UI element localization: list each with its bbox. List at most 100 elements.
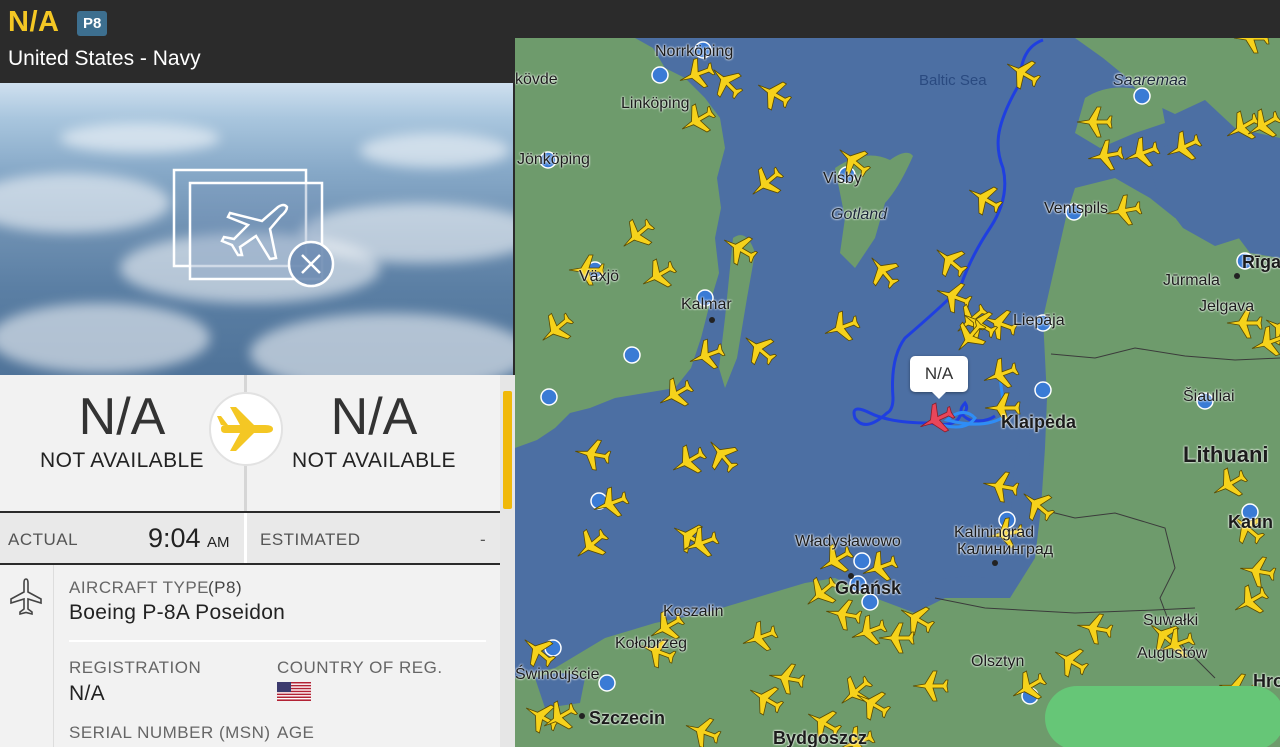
aircraft-icon[interactable] [666,440,711,483]
label-jurmala: Jūrmala [1163,272,1220,289]
label-bydgoszcz: Bydgoszcz [773,728,868,747]
label-augustow: Augustów [1137,645,1208,662]
label-riga: Rīga [1242,252,1280,272]
label-kaliningrad: Kaliningrad [954,524,1035,541]
operator-name[interactable]: United States - Navy [8,47,201,71]
aircraft-icon[interactable] [1161,126,1205,168]
origin-code: N/A [78,388,166,446]
aircraft-icon[interactable] [1086,138,1126,174]
aircraft-icon[interactable] [653,373,698,416]
aircraft-icon[interactable] [685,335,728,375]
aircraft-photo-placeholder [0,83,513,375]
label-gotland: Gotland [831,206,888,223]
aircraft-icon[interactable] [1104,193,1144,229]
aircraft-icon[interactable] [589,483,632,523]
aircraft-icon[interactable] [1228,580,1273,623]
origin-name: NOT AVAILABLE [40,449,204,472]
aircraft-type-code: (P8) [208,578,243,597]
label-kaunas: Kaun [1228,512,1273,532]
aircraft-icon[interactable] [981,468,1021,504]
label-swinoujscie: Świnoujście [515,666,600,683]
aircraft-icon[interactable] [743,160,789,205]
aircraft-icon[interactable] [820,307,863,347]
aircraft-icon[interactable] [717,227,762,270]
us-flag-icon [277,682,311,701]
label-gdansk: Gdańsk [835,578,902,598]
label-suwalki: Suwałki [1143,612,1199,629]
registration-label: REGISTRATION [69,658,202,677]
aircraft-icon[interactable] [1120,133,1163,173]
aircraft-icon[interactable] [636,254,681,297]
origin-airport[interactable]: N/A NOT AVAILABLE [0,375,244,511]
aircraft-details: AIRCRAFT TYPE (P8) Boeing P-8A Poseidon … [0,565,500,747]
aircraft-icon[interactable] [860,248,905,294]
map-action-button[interactable] [1045,686,1280,747]
flight-map[interactable]: Baltic Sea Saaremaa Gotland Visby Norrkö… [515,38,1280,747]
aircraft-icon[interactable] [1238,553,1278,589]
aircraft-icon[interactable] [699,432,744,478]
label-ventspils: Ventspils [1044,200,1109,217]
flight-info-panel: N/A P8 United States - Navy N/A NOT AVAI… [0,0,515,747]
selected-aircraft-callout[interactable]: N/A [910,356,968,399]
aircraft-icon[interactable] [738,617,781,657]
actual-label: ACTUAL [8,530,79,549]
actual-ampm: AM [207,534,230,551]
aircraft-icon[interactable] [1014,482,1060,527]
aircraft-icon[interactable] [568,522,614,567]
aircraft-icon[interactable] [1000,51,1045,94]
aircraft-icon[interactable] [1048,639,1093,682]
label-siauliai: Šiauliai [1183,388,1235,405]
aircraft-icon[interactable] [1075,610,1115,646]
panel-scrollbar-thumb[interactable] [503,391,512,509]
aircraft-icon[interactable] [573,436,613,472]
label-szczecin: Szczecin [589,708,666,728]
aircraft-icon[interactable] [894,597,939,640]
route-plane-icon [209,392,283,466]
aircraft-type-label: AIRCRAFT TYPE [69,578,210,597]
label-norrkoping: Norrköping [655,43,734,60]
aircraft-icon[interactable] [1247,322,1280,362]
aircraft-icon[interactable] [1006,666,1051,709]
destination-name: NOT AVAILABLE [292,449,456,472]
aircraft-type-value[interactable]: Boeing P-8A Poseidon [69,601,285,625]
aircraft-icon[interactable] [912,670,949,702]
aircraft-icon[interactable] [736,326,782,371]
label-kaliningrad-cyrillic: Калининград [957,541,1054,558]
route-section: N/A NOT AVAILABLE N/A NOT AVAILABLE [0,375,500,511]
label-jelgava: Jelgava [1199,298,1255,315]
label-kolobrzeg: Kołobrzeg [615,635,688,652]
label-linkoping: Linköping [621,95,690,112]
aircraft-icon [10,578,42,616]
aircraft-icon[interactable] [1233,38,1270,54]
actual-time: 9:04 [148,523,201,553]
destination-airport[interactable]: N/A NOT AVAILABLE [252,375,496,511]
destination-code: N/A [330,388,418,446]
label-kovde: kövde [515,71,558,88]
aircraft-icon[interactable] [614,212,660,257]
aircraft-icon[interactable] [743,677,788,720]
times-row: ACTUAL 9:04 AM ESTIMATED - [0,513,500,563]
aircraft-icon[interactable] [979,354,1022,394]
panel-header: N/A P8 United States - Navy [0,0,515,83]
label-vaxjo: Växjö [579,268,620,285]
label-kalmar: Kalmar [681,296,732,313]
no-photo-icon [172,168,335,288]
age-label: AGE [277,723,315,742]
aircraft-icon[interactable] [1207,463,1252,506]
aircraft-icon[interactable] [927,238,973,283]
aircraft-details-icon-column [0,565,54,747]
label-liepaja: Liepāja [1013,312,1065,329]
label-jonkoping: Jönköping [517,151,590,168]
aircraft-icon[interactable] [1076,106,1113,138]
aircraft-icon[interactable] [533,306,579,351]
details-separator [69,640,486,642]
label-koszalin: Koszalin [663,603,724,620]
estimated-label: ESTIMATED [260,530,361,549]
aircraft-icon[interactable] [751,72,796,115]
times-divider [244,513,247,563]
aircraft-icon[interactable] [681,711,724,747]
label-wladyslawowo: Władysławowo [795,533,901,550]
aircraft-icon[interactable] [962,177,1007,220]
aircraft-code-badge[interactable]: P8 [77,11,108,36]
label-saaremaa: Saaremaa [1113,72,1187,89]
